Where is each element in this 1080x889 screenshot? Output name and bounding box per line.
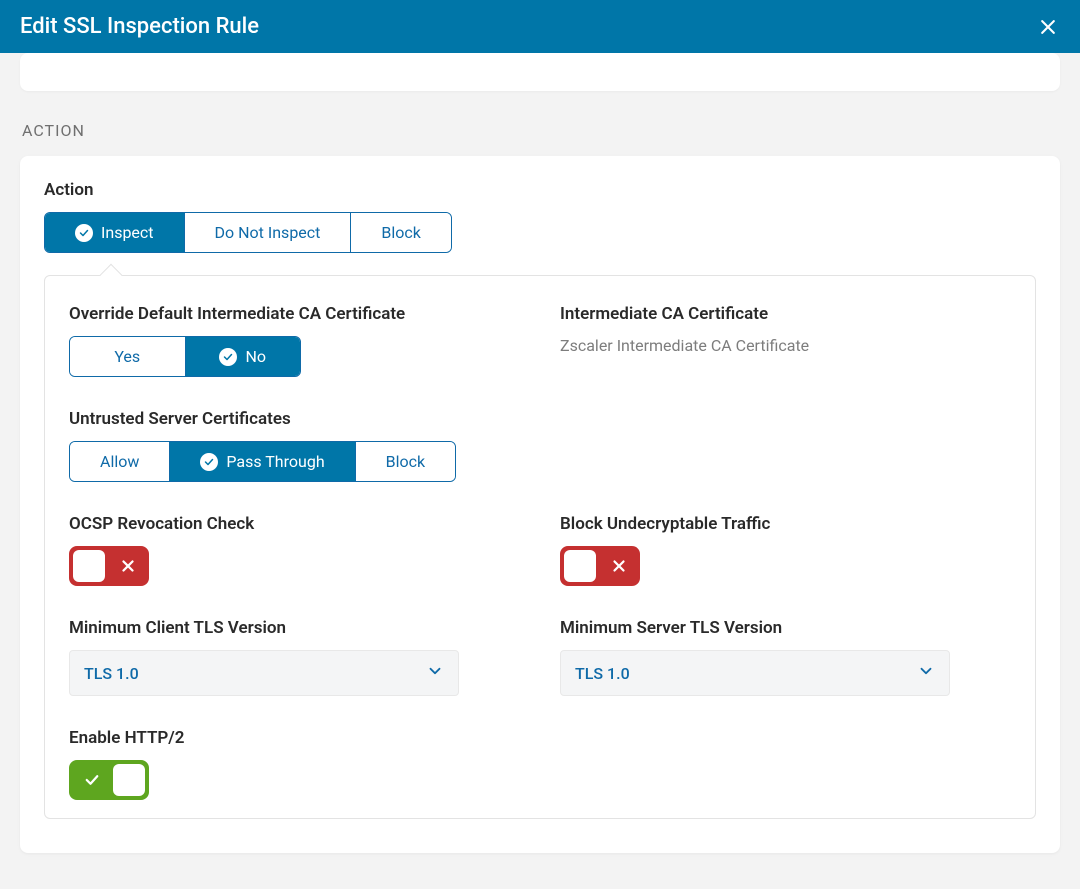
chevron-down-icon <box>917 662 935 684</box>
x-icon <box>119 557 137 575</box>
action-card: Action Inspect Do Not Inspect Block <box>20 156 1060 853</box>
action-label: Action <box>44 180 1036 200</box>
block-undecryptable-label: Block Undecryptable Traffic <box>560 514 1011 534</box>
min-client-tls-select[interactable]: TLS 1.0 <box>69 650 459 696</box>
intermediate-ca-label: Intermediate CA Certificate <box>560 304 1011 324</box>
override-ca-yes[interactable]: Yes <box>70 337 186 376</box>
chevron-down-icon <box>426 662 444 684</box>
dialog-body: ACTION Action Inspect Do Not Inspect Blo… <box>0 53 1080 889</box>
toggle-knob <box>73 550 105 582</box>
check-icon <box>200 453 218 471</box>
panel-pointer <box>100 264 123 287</box>
http2-toggle[interactable] <box>69 760 149 800</box>
untrusted-option-label: Block <box>386 452 425 471</box>
untrusted-label: Untrusted Server Certificates <box>69 409 520 429</box>
toggle-knob <box>113 764 145 796</box>
previous-section-card <box>20 53 1060 91</box>
check-icon <box>219 348 237 366</box>
dialog-title: Edit SSL Inspection Rule <box>20 14 259 39</box>
ocsp-toggle[interactable] <box>69 546 149 586</box>
check-icon <box>75 224 93 242</box>
min-client-tls-label: Minimum Client TLS Version <box>69 618 520 638</box>
select-value: TLS 1.0 <box>575 664 630 683</box>
untrusted-segmented: Allow Pass Through Block <box>69 441 456 482</box>
override-ca-segmented: Yes No <box>69 336 301 377</box>
min-server-tls-select[interactable]: TLS 1.0 <box>560 650 950 696</box>
http2-label: Enable HTTP/2 <box>69 728 520 748</box>
check-icon <box>83 771 101 789</box>
override-ca-no-label: No <box>245 347 266 366</box>
action-option-label: Do Not Inspect <box>215 223 321 242</box>
override-ca-label: Override Default Intermediate CA Certifi… <box>69 304 520 324</box>
override-ca-yes-label: Yes <box>114 347 140 366</box>
action-segmented: Inspect Do Not Inspect Block <box>44 212 452 253</box>
untrusted-allow[interactable]: Allow <box>70 442 170 481</box>
close-icon <box>1038 17 1058 37</box>
action-option-inspect[interactable]: Inspect <box>45 213 185 252</box>
dialog-header: Edit SSL Inspection Rule <box>0 0 1080 53</box>
edit-ssl-rule-dialog: Edit SSL Inspection Rule ACTION Action I… <box>0 0 1080 889</box>
toggle-knob <box>564 550 596 582</box>
action-option-block[interactable]: Block <box>351 213 450 252</box>
section-heading: ACTION <box>22 121 1060 140</box>
untrusted-option-label: Allow <box>100 452 139 471</box>
x-icon <box>610 557 628 575</box>
block-undecryptable-toggle[interactable] <box>560 546 640 586</box>
override-ca-no[interactable]: No <box>186 337 301 376</box>
close-button[interactable] <box>1036 15 1060 39</box>
select-value: TLS 1.0 <box>84 664 139 683</box>
action-option-label: Inspect <box>101 223 154 242</box>
untrusted-pass-through[interactable]: Pass Through <box>170 442 355 481</box>
inspect-options-panel: Override Default Intermediate CA Certifi… <box>44 275 1036 819</box>
action-option-do-not-inspect[interactable]: Do Not Inspect <box>185 213 352 252</box>
untrusted-option-label: Pass Through <box>226 452 324 471</box>
untrusted-block[interactable]: Block <box>356 442 455 481</box>
min-server-tls-label: Minimum Server TLS Version <box>560 618 1011 638</box>
intermediate-ca-value: Zscaler Intermediate CA Certificate <box>560 336 1011 355</box>
action-option-label: Block <box>381 223 420 242</box>
ocsp-label: OCSP Revocation Check <box>69 514 520 534</box>
